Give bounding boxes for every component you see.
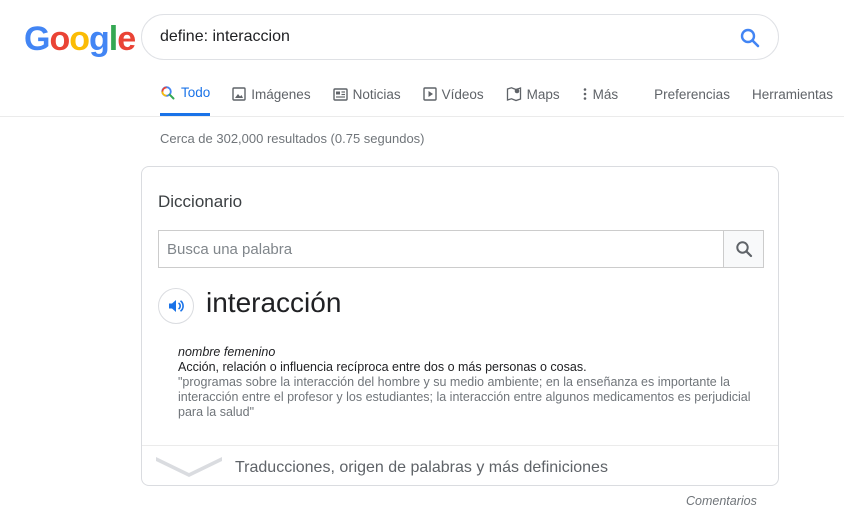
headword: interacción (206, 287, 342, 318)
search-icon (161, 85, 175, 99)
pronunciation-button[interactable] (158, 288, 194, 324)
part-of-speech: nombre femenino (178, 345, 276, 359)
tab-label: Noticias (352, 86, 401, 102)
word-search-button[interactable] (723, 231, 763, 267)
tab-label: Todo (181, 85, 211, 100)
tab-mas[interactable]: Más (582, 76, 619, 112)
video-icon (422, 87, 437, 101)
tab-label: Más (592, 86, 619, 102)
tab-label: Maps (526, 86, 560, 102)
result-stats: Cerca de 302,000 resultados (0.75 segund… (160, 131, 425, 146)
dictionary-search-box (158, 230, 764, 268)
map-icon (506, 87, 521, 102)
search-icon (735, 241, 752, 258)
logo-letter: e (117, 20, 136, 58)
tools-label: Herramientas (751, 86, 833, 102)
more-vert-icon (583, 88, 586, 100)
tabs-divider (0, 116, 844, 117)
logo-letter: l (108, 20, 119, 58)
definition-text: Acción, relación o influencia recíproca … (178, 360, 587, 374)
tools-link[interactable]: Herramientas (752, 76, 833, 112)
dictionary-card: Diccionario interacción nombre femenino … (141, 166, 779, 486)
image-icon (232, 87, 246, 101)
logo-letter: g (89, 20, 110, 58)
word-search-input[interactable] (167, 239, 707, 259)
search-input[interactable] (160, 25, 720, 49)
google-logo[interactable]: Google (24, 20, 136, 59)
tab-todo[interactable]: Todo (160, 76, 211, 116)
tab-noticias[interactable]: Noticias (332, 76, 401, 112)
example-text: "programas sobre la interacción del homb… (178, 375, 751, 419)
tab-maps[interactable]: Maps (506, 76, 560, 112)
card-title: Diccionario (158, 192, 243, 211)
preferences-link[interactable]: Preferencias (654, 76, 730, 112)
tab-label: Vídeos (441, 86, 484, 102)
search-icon[interactable] (738, 26, 762, 50)
news-icon (332, 87, 348, 101)
tab-imagenes[interactable]: Imágenes (232, 76, 311, 112)
chevron-down-icon (156, 457, 222, 477)
feedback-link[interactable]: Comentarios (686, 494, 757, 508)
speaker-icon (169, 300, 184, 312)
preferences-label: Preferencias (654, 86, 730, 102)
tab-videos[interactable]: Vídeos (422, 76, 484, 112)
logo-letter: G (24, 20, 50, 58)
more-definitions-expander[interactable]: Traducciones, origen de palabras y más d… (142, 445, 778, 485)
definition-block: nombre femenino Acción, relación o influ… (178, 345, 768, 420)
logo-letter: o (69, 20, 90, 58)
tab-label: Imágenes (251, 86, 311, 102)
search-box (141, 14, 779, 60)
more-definitions-label: Traducciones, origen de palabras y más d… (235, 459, 608, 476)
search-tabs: Todo Imágenes Noticias Vídeos Maps Más P… (160, 76, 833, 116)
logo-letter: o (49, 20, 70, 58)
